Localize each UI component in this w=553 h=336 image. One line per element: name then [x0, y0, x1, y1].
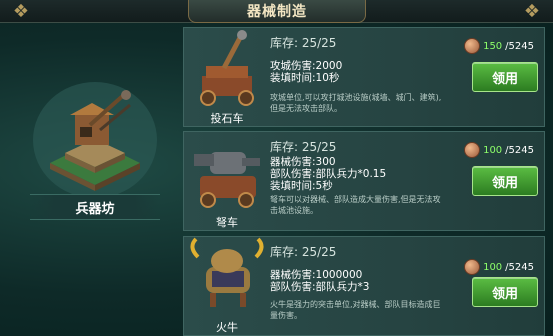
stock-count: 库存: 25/25	[270, 140, 337, 154]
stat-line: 器械伤害:300	[270, 156, 336, 168]
cost-total: /5245	[505, 40, 534, 52]
stat-line: 装填时间:5秒	[270, 180, 333, 192]
unit-stats: 器械伤害:1000000 部队伤害:部队兵力*3	[270, 269, 369, 293]
unit-card-crossbow: 弩车 库存: 25/25 器械伤害:300 部队伤害:部队兵力*0.15 装填时…	[183, 131, 545, 231]
unit-card-fire-ox: 火牛 库存: 25/25 器械伤害:1000000 部队伤害:部队兵力*3 火牛…	[183, 236, 545, 336]
unit-description: 火牛是强力的突击单位,对器械、部队目标造成巨量伤害。	[270, 300, 441, 320]
title-plate: 器械制造	[188, 0, 366, 23]
stat-line: 装填时间:10秒	[270, 72, 340, 84]
ornament-right-icon: ❖	[523, 0, 541, 22]
unit-card-catapult: 投石车 库存: 25/25 攻城伤害:2000 装填时间:10秒 攻城单位,可以…	[183, 27, 545, 127]
copper-coin-icon	[464, 142, 481, 158]
cost-display: 150 /5245	[464, 38, 534, 54]
stock-count: 库存: 25/25	[270, 245, 337, 259]
cost-display: 100 /5245	[464, 142, 534, 158]
stat-line: 攻城伤害:2000	[270, 60, 343, 72]
unit-name: 弩车	[216, 216, 238, 229]
unit-stats: 器械伤害:300 部队伤害:部队兵力*0.15 装填时间:5秒	[270, 156, 386, 192]
building-name: 兵器坊	[30, 194, 160, 220]
unit-name: 投石车	[210, 112, 244, 125]
cost-have: 100	[483, 144, 503, 156]
copper-coin-icon	[464, 38, 481, 54]
cost-have: 100	[483, 261, 503, 273]
cost-total: /5245	[505, 261, 534, 273]
top-bar: ❖ 器械制造 ❖	[0, 0, 553, 23]
ornament-left-icon: ❖	[12, 0, 30, 22]
stat-line: 部队伤害:部队兵力*3	[270, 281, 370, 293]
unit-stats: 攻城伤害:2000 装填时间:10秒	[270, 60, 342, 84]
cost-display: 100 /5245	[464, 259, 534, 275]
copper-coin-icon	[464, 259, 481, 275]
stat-line: 器械伤害:1000000	[270, 269, 363, 281]
collect-button[interactable]: 领用	[472, 277, 538, 307]
stock-count: 库存: 25/25	[270, 36, 337, 50]
collect-button[interactable]: 领用	[472, 62, 538, 92]
unit-description: 攻城单位,可以攻打城池设施(城墙、城门、建筑),但是无法攻击部队。	[270, 93, 442, 113]
page-title: 器械制造	[247, 4, 307, 20]
cost-total: /5245	[505, 144, 534, 156]
stat-line: 部队伤害:部队兵力*0.15	[270, 168, 387, 180]
collect-button[interactable]: 领用	[472, 166, 538, 196]
unit-description: 弩车可以对器械、部队造成大量伤害,但是无法攻击城池设施。	[270, 195, 441, 215]
workshop-building-icon	[33, 82, 157, 198]
unit-name: 火牛	[216, 321, 238, 334]
cost-have: 150	[483, 40, 503, 52]
